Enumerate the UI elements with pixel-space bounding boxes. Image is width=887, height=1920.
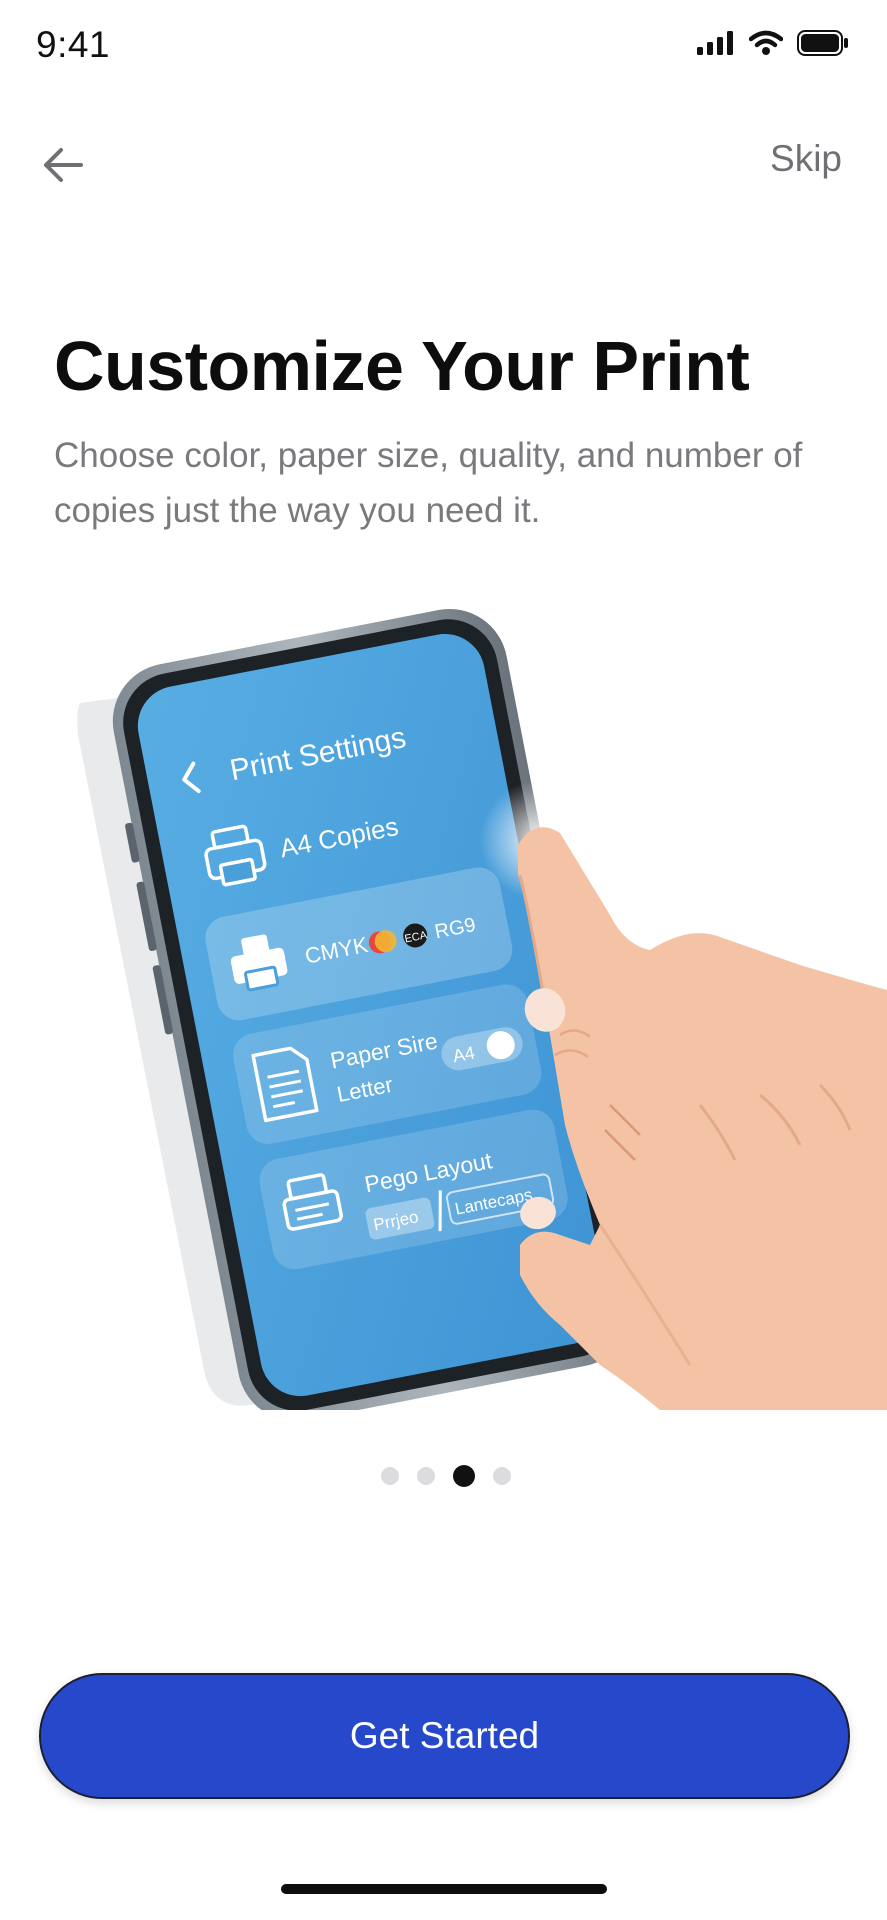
page-dot-3-active[interactable]: [452, 1465, 475, 1487]
page-indicator: [0, 1465, 887, 1487]
get-started-button[interactable]: Get Started: [39, 1673, 850, 1799]
page-dot-4[interactable]: [492, 1467, 511, 1485]
page-dot-2[interactable]: [416, 1467, 435, 1485]
status-bar: 9:41: [0, 0, 887, 96]
wifi-icon: [749, 30, 783, 56]
illustration-paper-toggle-label: A4: [451, 1042, 476, 1066]
page-subtitle: Choose color, paper size, quality, and n…: [54, 436, 803, 530]
onboarding-illustration: Print Settings A4 Copies CMYK ECA RG9 Pa…: [0, 585, 887, 1422]
page-dot-1[interactable]: [380, 1467, 399, 1485]
battery-icon: [797, 30, 849, 56]
back-button[interactable]: [38, 140, 88, 190]
hand-illustration: [518, 827, 887, 1410]
arrow-left-icon: [44, 148, 83, 182]
home-indicator: [281, 1884, 607, 1894]
page-title: Customize Your Print: [54, 327, 750, 405]
status-time: 9:41: [36, 24, 111, 65]
skip-button[interactable]: Skip: [770, 138, 842, 180]
status-icons: [697, 30, 849, 56]
cellular-signal-icon: [697, 31, 735, 55]
